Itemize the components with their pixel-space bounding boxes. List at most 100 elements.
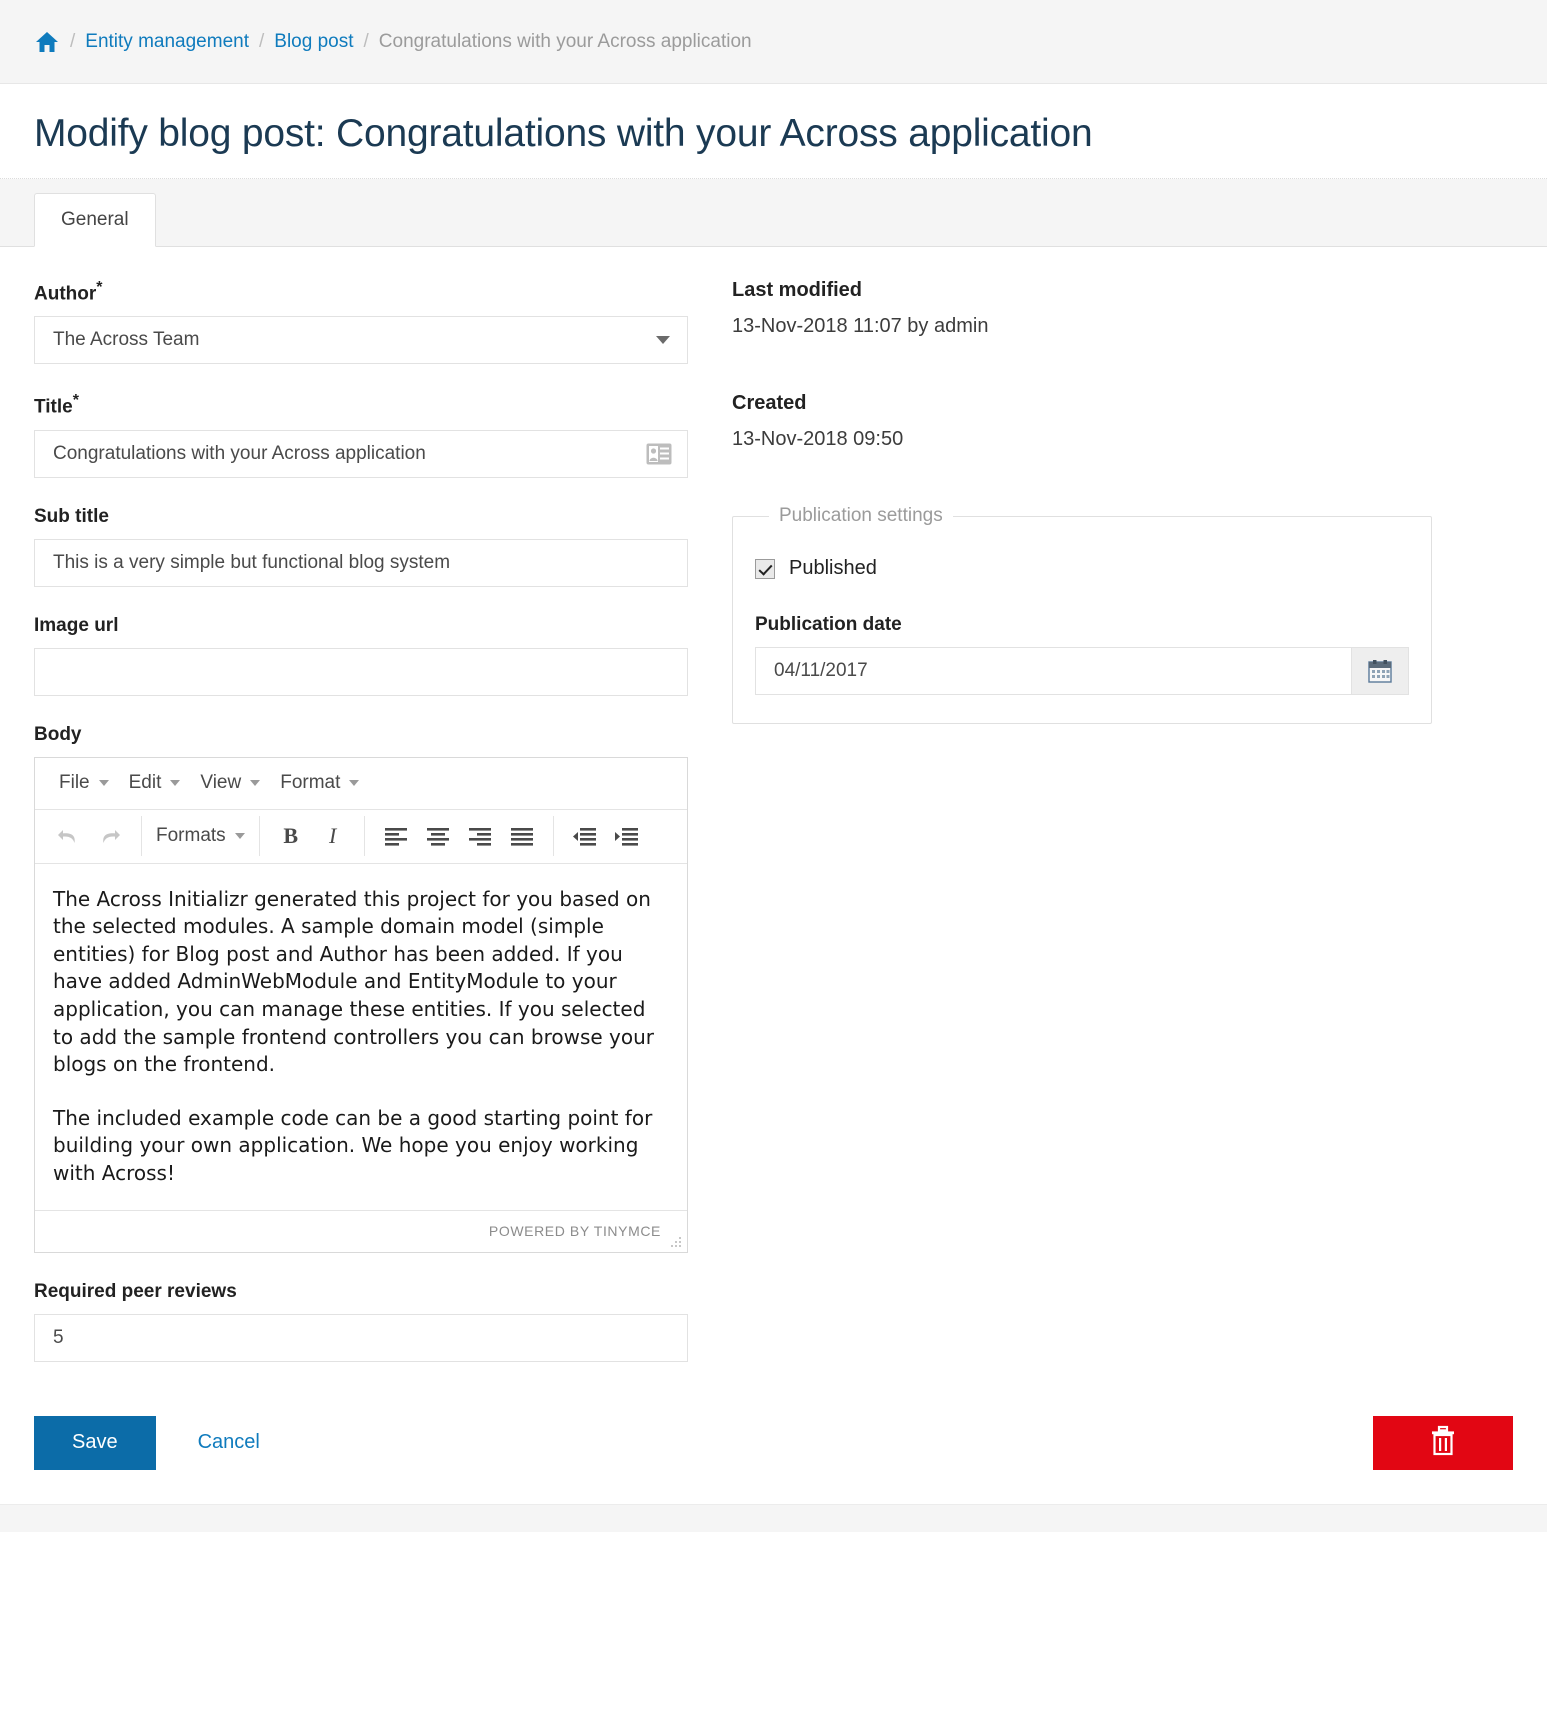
chevron-down-icon [234, 833, 245, 840]
form-column-left: Author* Title* [34, 279, 688, 1390]
undo-icon[interactable] [47, 816, 89, 856]
save-button[interactable]: Save [34, 1415, 156, 1470]
chevron-down-icon [349, 780, 360, 787]
page-bottom-strip [0, 1503, 1547, 1532]
editor-toolbar-indent-group [558, 816, 654, 856]
editor-paragraph: The included example code can be a good … [53, 1105, 653, 1185]
toolbar-divider [363, 816, 365, 857]
cancel-button[interactable]: Cancel [198, 1431, 260, 1454]
tab-bar: General [0, 179, 1547, 247]
image-url-label: Image url [34, 614, 119, 636]
last-modified-label: Last modified [732, 279, 863, 301]
resize-grip-icon[interactable] [669, 1235, 683, 1249]
field-sub-title: Sub title [34, 506, 688, 587]
editor-menu-view[interactable]: View [190, 766, 270, 800]
trash-icon [1429, 1425, 1457, 1460]
field-author: Author* [34, 279, 688, 365]
page-header: Modify blog post: Congratulations with y… [0, 84, 1547, 179]
author-required-marker: * [96, 279, 103, 296]
home-icon[interactable] [34, 30, 60, 54]
body-label: Body [34, 723, 82, 745]
page-title: Modify blog post: Congratulations with y… [34, 112, 1093, 155]
publication-date-input-group [755, 647, 1409, 695]
tinymce-branding: POWERED BY TINYMCE [488, 1223, 661, 1240]
author-select[interactable] [34, 316, 688, 365]
publication-date-label: Publication date [755, 614, 902, 635]
required-peer-reviews-label: Required peer reviews [34, 1280, 237, 1302]
indent-icon[interactable] [606, 816, 648, 856]
editor-menu-edit[interactable]: Edit [119, 766, 191, 800]
title-label-text: Title [34, 396, 73, 418]
outdent-icon[interactable] [564, 816, 606, 856]
breadcrumb-item-current: Congratulations with your Across applica… [378, 30, 752, 52]
publication-settings-fieldset: Publication settings Published Publicati… [732, 505, 1432, 724]
published-checkbox-row[interactable]: Published [755, 557, 1409, 580]
image-url-input[interactable] [34, 647, 688, 696]
breadcrumb: / Entity management / Blog post / Congra… [0, 0, 1547, 84]
field-title: Title* [34, 392, 688, 478]
publication-settings-legend: Publication settings [779, 505, 943, 526]
title-input-wrapper [34, 429, 688, 478]
title-required-marker: * [72, 392, 79, 410]
editor-content-area[interactable]: The Across Initializr generated this pro… [35, 864, 687, 1210]
editor-menu-edit-label: Edit [128, 772, 162, 794]
delete-button[interactable] [1373, 1415, 1513, 1470]
calendar-icon[interactable] [1351, 647, 1409, 695]
breadcrumb-separator: / [70, 30, 76, 52]
created-value: 13-Nov-2018 09:50 [732, 428, 904, 450]
form-column-right: Last modified 13-Nov-2018 11:07 by admin… [732, 279, 1432, 1390]
title-label: Title* [34, 392, 688, 418]
last-modified-block: Last modified 13-Nov-2018 11:07 by admin [732, 279, 1432, 338]
align-left-icon[interactable] [375, 816, 417, 856]
breadcrumb-item-entity-management[interactable]: Entity management [85, 31, 249, 53]
redo-icon[interactable] [89, 816, 131, 856]
align-right-icon[interactable] [459, 816, 501, 856]
field-image-url: Image url [34, 615, 688, 696]
published-checkbox[interactable] [755, 558, 775, 579]
chevron-down-icon [250, 780, 261, 787]
align-justify-icon[interactable] [501, 816, 543, 856]
editor-status-bar: POWERED BY TINYMCE [35, 1209, 687, 1252]
vcard-icon[interactable] [646, 443, 672, 465]
title-input[interactable] [34, 429, 688, 478]
sub-title-label: Sub title [34, 505, 109, 527]
breadcrumb-separator: / [363, 30, 369, 52]
author-label: Author* [34, 279, 688, 305]
align-center-icon[interactable] [417, 816, 459, 856]
sub-title-input[interactable] [34, 538, 688, 587]
editor-menu-format-label: Format [280, 772, 341, 794]
editor-menu-file-label: File [59, 772, 90, 794]
editor-menu-format[interactable]: Format [270, 766, 369, 800]
author-label-text: Author [34, 283, 97, 305]
field-required-peer-reviews: Required peer reviews [34, 1281, 688, 1362]
breadcrumb-separator: / [258, 30, 265, 52]
tab-general[interactable]: General [34, 193, 156, 247]
editor-menu-file[interactable]: File [49, 766, 119, 800]
chevron-down-icon [170, 780, 181, 787]
publication-date-field: Publication date [755, 614, 1409, 695]
created-block: Created 13-Nov-2018 09:50 [732, 392, 1432, 451]
last-modified-value: 13-Nov-2018 11:07 by admin [732, 315, 989, 337]
publication-date-input[interactable] [755, 647, 1351, 695]
author-select-wrapper[interactable] [34, 316, 688, 365]
rich-text-editor: File Edit View Format Formats B I The Ac… [34, 756, 688, 1253]
field-body: Body File Edit View Format Formats B I T… [34, 724, 688, 1253]
breadcrumb-item-blog-post[interactable]: Blog post [274, 31, 353, 53]
editor-menubar: File Edit View Format [35, 758, 687, 810]
editor-toolbar-history-group [41, 816, 137, 856]
toolbar-divider [258, 816, 260, 857]
editor-paragraph: The Across Initializr generated this pro… [53, 886, 655, 1077]
form-action-bar: Save Cancel [0, 1390, 1547, 1504]
bold-button[interactable]: B [270, 816, 312, 856]
editor-formats-dropdown[interactable]: Formats [146, 825, 255, 847]
form-area: Author* Title* [0, 247, 1547, 1390]
editor-formats-label: Formats [156, 825, 226, 847]
editor-menu-view-label: View [200, 772, 242, 794]
required-peer-reviews-input[interactable] [34, 1313, 688, 1362]
toolbar-divider [141, 816, 142, 857]
editor-toolbar-align-group [369, 816, 549, 856]
editor-toolbar-style-group: B I [264, 816, 360, 856]
toolbar-divider [552, 816, 554, 857]
chevron-down-icon [98, 780, 109, 787]
italic-button[interactable]: I [312, 816, 354, 856]
